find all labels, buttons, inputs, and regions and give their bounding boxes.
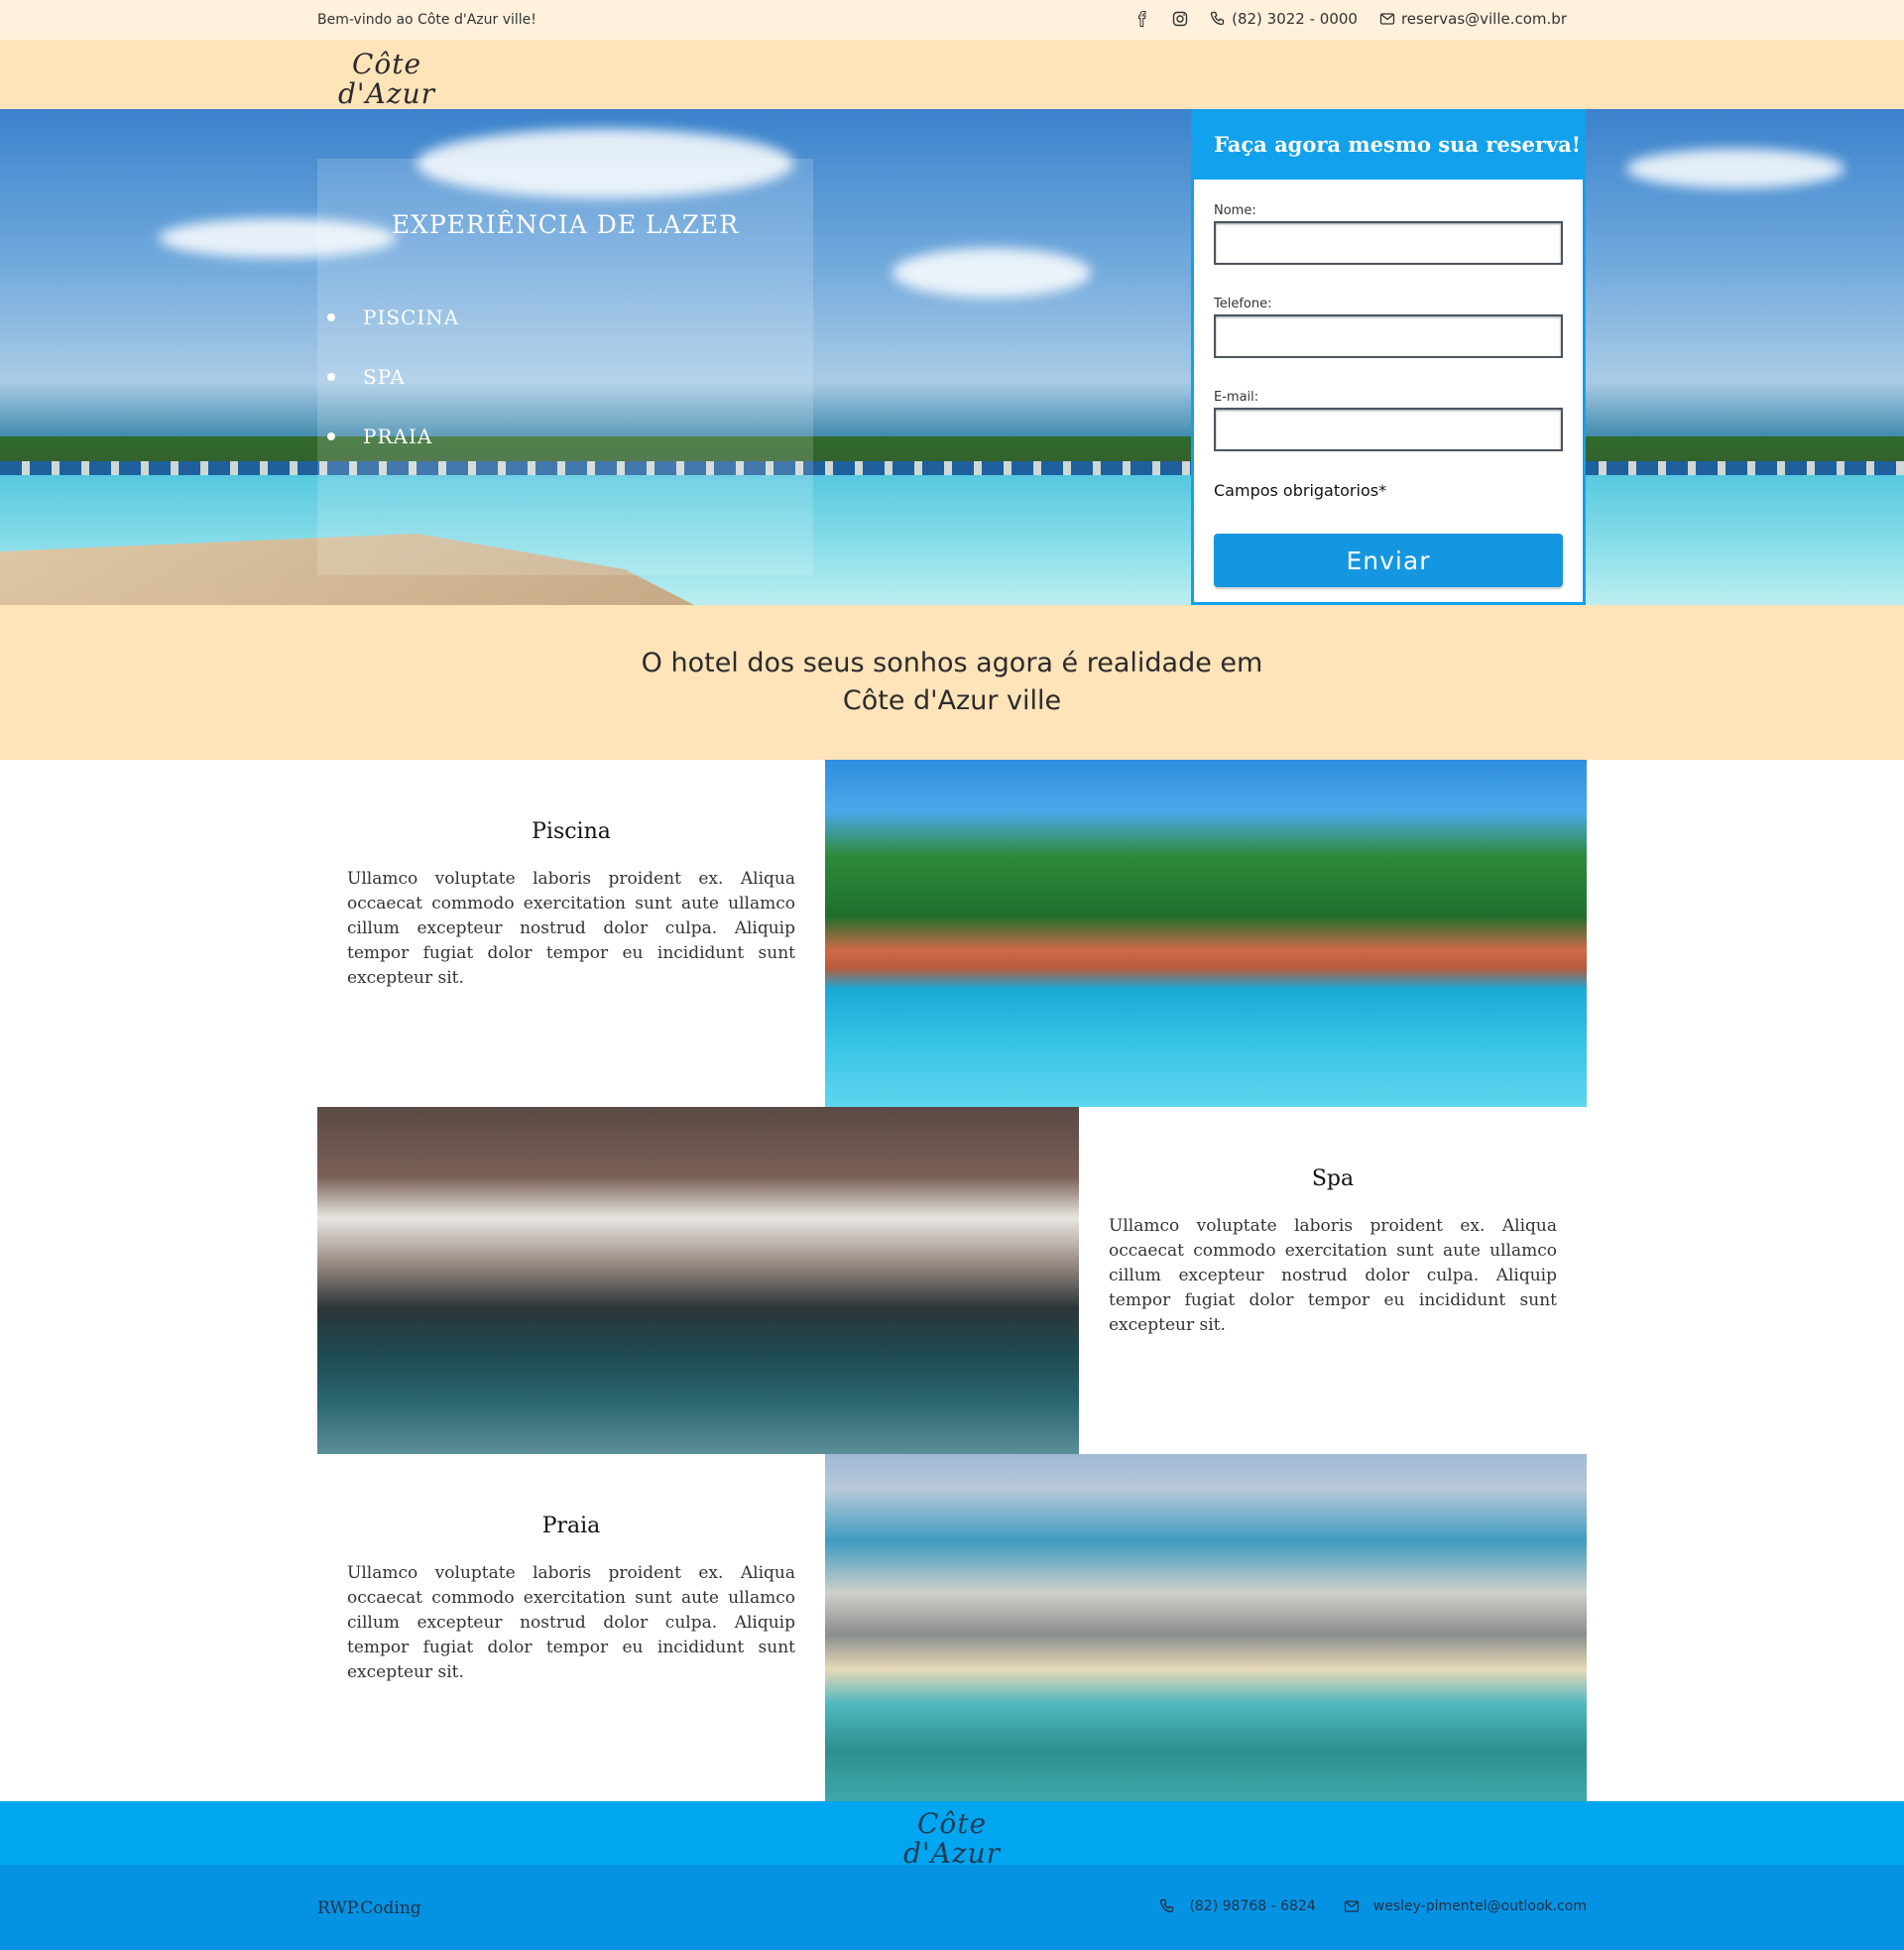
phone-icon [1210, 11, 1226, 27]
site-header: Côte d'Azur ville [0, 40, 1904, 124]
footer-phone[interactable]: (82) 98768 - 6824 [1159, 1898, 1316, 1914]
bullet-icon [327, 313, 335, 321]
feature-text: Ullamco voluptate laboris proident ex. A… [347, 1563, 795, 1682]
phone-field[interactable] [1214, 314, 1563, 358]
feature-title: Piscina [532, 819, 611, 844]
footer-contacts: (82) 98768 - 6824 wesley-pimentel@outloo… [1159, 1898, 1587, 1914]
top-email-text: reservas@ville.com.br [1400, 10, 1567, 28]
mail-icon [1379, 11, 1395, 27]
leisure-item[interactable]: SPA [327, 347, 459, 407]
tagline-section: O hotel dos seus sonhos agora é realidad… [0, 605, 1904, 760]
welcome-text: Bem-vindo ao Côte d'Azur ville! [317, 12, 536, 28]
leisure-item-label: PISCINA [363, 305, 460, 329]
name-field[interactable] [1214, 221, 1563, 265]
top-email[interactable]: reservas@ville.com.br [1379, 10, 1567, 28]
feature-text: Ullamco voluptate laboris proident ex. A… [1109, 1216, 1557, 1335]
leisure-panel: EXPERIÊNCIA DE LAZER PISCINA SPA PRAIA [317, 159, 813, 575]
mail-icon [1344, 1898, 1360, 1914]
name-label: Nome: [1214, 203, 1256, 218]
submit-button[interactable]: Enviar [1214, 534, 1563, 587]
tagline-line-1: O hotel dos seus sonhos agora é realidad… [641, 648, 1263, 678]
logo-script: Côte d'Azur [902, 1807, 1001, 1870]
beach-photo [825, 1454, 1587, 1801]
logo-script: Côte d'Azur [337, 48, 435, 110]
feature-text: Ullamco voluptate laboris proident ex. A… [347, 869, 795, 988]
leisure-item[interactable]: PRAIA [327, 407, 459, 466]
footer-phone-text: (82) 98768 - 6824 [1189, 1898, 1316, 1914]
bullet-icon [327, 373, 335, 381]
email-field[interactable] [1214, 408, 1563, 451]
required-note: Campos obrigatorios* [1214, 481, 1387, 500]
leisure-list: PISCINA SPA PRAIA [327, 288, 459, 466]
reservation-form: Faça agora mesmo sua reserva! Nome: Tele… [1191, 109, 1586, 605]
footer-logo-bar: Côte d'Azur ville [0, 1801, 1904, 1884]
feature-title: Spa [1311, 1166, 1355, 1191]
bullet-icon [327, 432, 335, 440]
hero-loungers [0, 461, 1904, 475]
feature-piscina: Piscina Ullamco voluptate laboris proide… [317, 760, 825, 1107]
leisure-title: EXPERIÊNCIA DE LAZER [391, 210, 740, 239]
feature-praia: Praia Ullamco voluptate laboris proident… [317, 1454, 825, 1801]
phone-label: Telefone: [1214, 297, 1272, 311]
leisure-item-label: SPA [363, 365, 406, 389]
tagline-line-2: Côte d'Azur ville [842, 685, 1062, 716]
phone-icon [1159, 1898, 1175, 1914]
hero-cloud [1626, 149, 1844, 188]
footer-bottom: RWP.Coding (82) 98768 - 6824 wesley-pime… [0, 1865, 1904, 1950]
leisure-item-label: PRAIA [363, 425, 433, 448]
hero-banner: EXPERIÊNCIA DE LAZER PISCINA SPA PRAIA [0, 109, 1904, 605]
pool-photo [825, 760, 1587, 1107]
facebook-icon[interactable] [1134, 11, 1150, 27]
top-contacts: (82) 3022 - 0000 reservas@ville.com.br [1134, 10, 1567, 28]
footer-brand[interactable]: RWP.Coding [317, 1898, 421, 1918]
leisure-item[interactable]: PISCINA [327, 288, 459, 347]
email-label: E-mail: [1214, 390, 1259, 405]
spa-photo [317, 1107, 1079, 1454]
hero-cloud [892, 248, 1091, 298]
top-bar: Bem-vindo ao Côte d'Azur ville! (82) 302… [0, 0, 1904, 40]
top-phone-text: (82) 3022 - 0000 [1232, 10, 1358, 28]
footer-email-text: wesley-pimentel@outlook.com [1372, 1898, 1587, 1914]
feature-spa: Spa Ullamco voluptate laboris proident e… [1079, 1107, 1587, 1454]
footer-email[interactable]: wesley-pimentel@outlook.com [1344, 1898, 1587, 1914]
feature-title: Praia [541, 1514, 601, 1538]
instagram-icon[interactable] [1172, 11, 1188, 27]
form-title: Faça agora mesmo sua reserva! [1194, 112, 1583, 180]
top-phone[interactable]: (82) 3022 - 0000 [1210, 10, 1358, 28]
